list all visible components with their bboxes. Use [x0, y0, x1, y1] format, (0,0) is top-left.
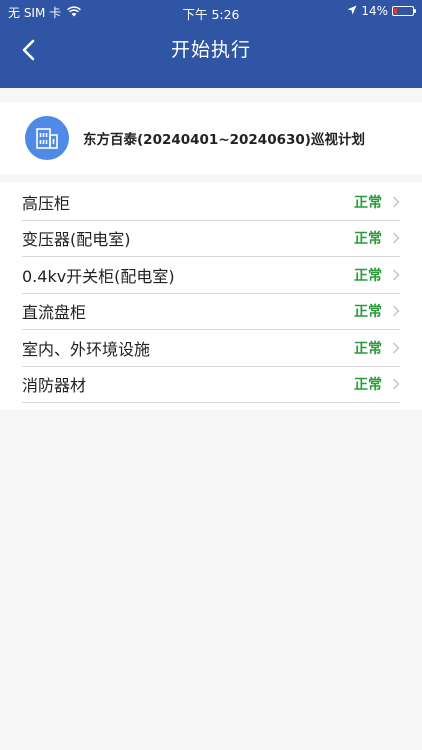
item-label: 0.4kv开关柜(配电室)	[22, 266, 175, 286]
battery-icon	[392, 6, 416, 16]
item-label: 消防器材	[22, 376, 87, 396]
status-badge: 正常	[354, 231, 382, 248]
list-item-high-voltage-cabinet[interactable]: 高压柜 正常	[22, 184, 400, 221]
location-arrow-icon	[347, 4, 357, 18]
empty-area	[0, 410, 422, 750]
chevron-right-icon	[392, 196, 400, 208]
status-badge: 正常	[354, 194, 382, 211]
battery-percent: 14%	[361, 4, 388, 18]
chevron-right-icon	[392, 269, 400, 281]
header: 无 SIM 卡 下午 5:26 14% 开始执行	[0, 0, 422, 88]
chevron-right-icon	[392, 305, 400, 317]
item-label: 室内、外环境设施	[22, 339, 151, 359]
battery-fill	[394, 8, 397, 14]
status-right: 14%	[347, 4, 416, 18]
page-title: 开始执行	[170, 39, 251, 61]
nav-bar: 开始执行	[0, 22, 422, 82]
plan-title: 东方百泰(20240401~20240630)巡视计划	[83, 132, 365, 148]
status-badge: 正常	[354, 267, 382, 284]
status-badge: 正常	[354, 340, 382, 357]
chevron-right-icon	[392, 232, 400, 244]
status-badge: 正常	[354, 377, 382, 394]
list-item-environment-facilities[interactable]: 室内、外环境设施 正常	[22, 330, 400, 367]
list-item-transformer[interactable]: 变压器(配电室) 正常	[22, 221, 400, 257]
item-label: 高压柜	[22, 193, 71, 213]
list-item-dc-panel[interactable]: 直流盘柜 正常	[22, 294, 400, 330]
item-list: 高压柜 正常 变压器(配电室) 正常 0.4kv开关柜(配电室) 正常 直流盘柜…	[0, 182, 422, 410]
building-icon	[25, 116, 69, 160]
chevron-right-icon	[392, 342, 400, 354]
list-item-fire-equipment[interactable]: 消防器材 正常	[22, 367, 400, 403]
plan-card: 东方百泰(20240401~20240630)巡视计划	[0, 102, 422, 174]
status-badge: 正常	[354, 304, 382, 321]
status-bar: 无 SIM 卡 下午 5:26 14%	[0, 0, 422, 22]
item-label: 直流盘柜	[22, 303, 87, 323]
list-item-switch-cabinet[interactable]: 0.4kv开关柜(配电室) 正常	[22, 257, 400, 294]
screen: 无 SIM 卡 下午 5:26 14% 开始执行 东方百泰(20240401~2…	[0, 0, 422, 750]
chevron-right-icon	[392, 378, 400, 390]
item-label: 变压器(配电室)	[22, 230, 131, 250]
